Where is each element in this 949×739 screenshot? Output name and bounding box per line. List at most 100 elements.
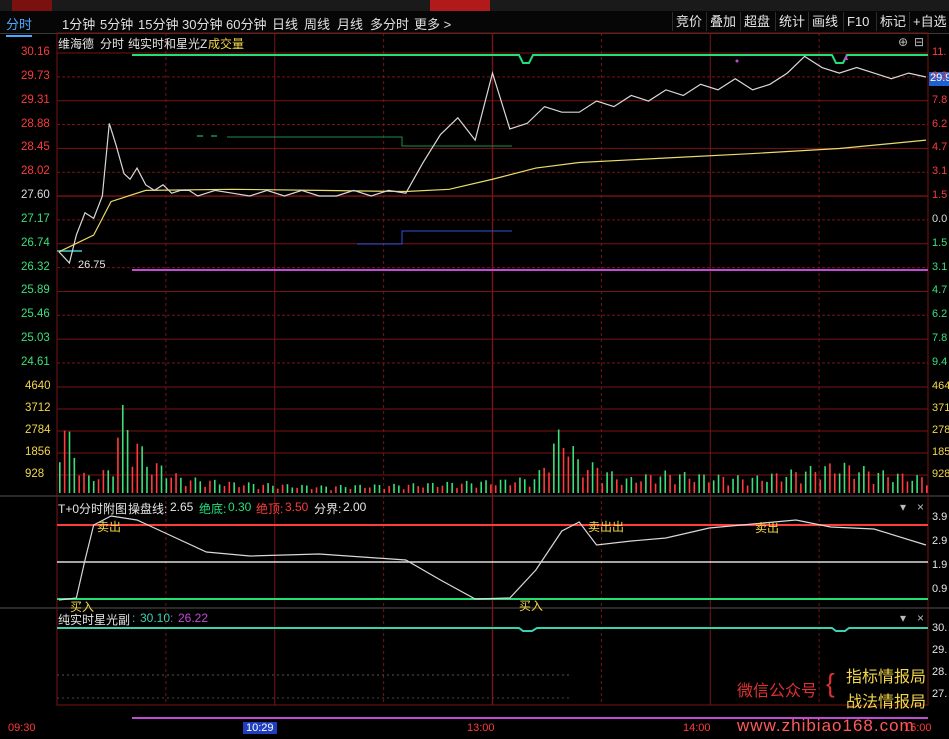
volume-bar [296, 487, 298, 493]
volume-bar [485, 480, 487, 493]
volume-tick-label: 1856 [25, 446, 51, 458]
sub2-v2: 26.22 [178, 611, 209, 625]
volume-tick-label: 3712 [25, 402, 51, 414]
volume-bar [708, 482, 710, 493]
sub1-title: T+0分时附图 [58, 502, 128, 516]
price-tick-label: 29.31 [21, 93, 50, 106]
sub2-dropdown-icon[interactable]: ▾ [900, 611, 906, 625]
sub2-sep: : [170, 611, 174, 625]
volume-bar [209, 480, 211, 493]
settings-icon[interactable]: ⊕ [898, 35, 908, 49]
volume-bar [596, 467, 599, 493]
restore-icon[interactable]: ⊟ [914, 35, 924, 49]
volume-bar [906, 481, 909, 493]
volume-bar [741, 479, 744, 493]
volume-bar [262, 484, 265, 493]
volume-bar [233, 482, 235, 493]
sub1-tick-label: 0.9 [932, 583, 948, 595]
sub1-bound-value: 2.00 [343, 500, 367, 514]
volume-bar [829, 463, 831, 493]
volume-bar [882, 470, 885, 493]
volume-bar [373, 484, 376, 493]
percent-tick-label: 9.4 [932, 356, 948, 368]
volume-bar [378, 485, 381, 493]
sub2-tick-label: 29. [932, 644, 948, 656]
volume-bar [456, 488, 458, 493]
sub1-dropdown-icon[interactable]: ▾ [900, 500, 906, 514]
volume-bar [199, 481, 202, 493]
watermark-line2: 战法情报局 [846, 694, 927, 711]
percent-tick-label: 4.7 [932, 141, 948, 154]
percent-tick-label: 4.7 [932, 284, 948, 297]
volume-bar [276, 488, 279, 493]
volume-bar [180, 477, 182, 493]
volume-bar [359, 484, 361, 493]
green-step-line [227, 136, 512, 147]
indicator-name: 纯实时和星光Z [128, 37, 208, 51]
volume-label: 成交量 [208, 37, 245, 51]
volume-bar [901, 473, 904, 493]
volume-bar [727, 485, 730, 493]
volume-bar [160, 465, 163, 493]
volume-bar [194, 477, 197, 493]
volume-bar [809, 465, 812, 493]
percent-tick-label: 1.5 [932, 236, 948, 249]
volume-bar [523, 479, 526, 493]
chart-grid [0, 32, 949, 706]
price-tick-label: 27.17 [21, 212, 50, 225]
volume-right-tick-label: 371 [932, 402, 949, 414]
volume-bar [83, 472, 85, 493]
sub2-close-icon[interactable]: × [917, 611, 924, 625]
price-tick-label: 25.03 [21, 332, 50, 345]
volume-tick-label: 928 [25, 468, 45, 480]
stock-name: 维海德 [58, 37, 95, 51]
volume-bar [804, 471, 807, 493]
intraday-chart [0, 32, 949, 719]
volume-bar [717, 474, 720, 493]
volume-bar [688, 478, 691, 493]
volume-bar [267, 483, 269, 493]
price-tick-label: 25.46 [21, 308, 50, 321]
volume-bar [586, 470, 589, 493]
volume-right-tick-label: 185 [932, 446, 949, 458]
sub1-tick-label: 2.9 [932, 535, 948, 547]
volume-bar [771, 473, 773, 493]
volume-bar [601, 483, 604, 493]
time-tick-label: 09:30 [8, 722, 36, 734]
volume-right-tick-label: 928 [932, 468, 949, 480]
sub1-abs-top-label: 绝顶: [256, 502, 284, 516]
volume-bar [136, 443, 139, 493]
volume-bar [548, 472, 550, 493]
volume-tick-label: 2784 [25, 424, 51, 436]
purple-dot [735, 59, 739, 63]
percent-tick-label: 1.5 [932, 189, 948, 202]
volume-bar [339, 484, 342, 493]
volume-bar [131, 466, 134, 493]
volume-bar [330, 490, 332, 493]
volume-bar [892, 482, 894, 493]
percent-tick-label: 7.8 [932, 332, 948, 345]
volume-bar [698, 474, 700, 493]
volume-bar [436, 486, 439, 493]
volume-bar [59, 462, 61, 493]
volume-bar [582, 477, 584, 493]
price-tick-label: 26.74 [21, 236, 50, 249]
volume-bar [117, 437, 119, 493]
volume-bar [693, 482, 696, 493]
volume-bar [674, 484, 676, 493]
volume-bar [446, 481, 449, 493]
sub2-colon: : [132, 611, 136, 625]
time-tick-label: 13:00 [467, 722, 495, 734]
volume-bar [562, 447, 565, 493]
volume-bar [184, 486, 187, 493]
current-price-value: 29.9 [930, 72, 949, 84]
volume-bar [63, 430, 66, 493]
volume-bar [606, 472, 608, 493]
sub1-close-icon[interactable]: × [917, 500, 924, 514]
sub1-tick-label: 3.9 [932, 511, 948, 523]
volume-bar [213, 479, 216, 493]
volume-right-tick-label: 278 [932, 424, 949, 436]
buy-signal: 买入 [519, 599, 544, 613]
volume-bar [97, 479, 100, 493]
price-tick-label: 26.32 [21, 260, 50, 273]
